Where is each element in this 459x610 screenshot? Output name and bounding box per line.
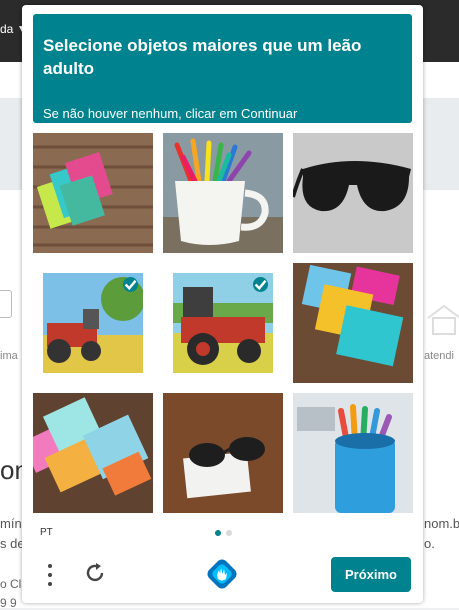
paper-notes-image — [33, 393, 153, 513]
image-tile-6[interactable] — [293, 263, 413, 383]
sunglasses-image — [293, 133, 413, 253]
background-text: s de — [0, 536, 25, 551]
image-tile-1[interactable] — [33, 133, 153, 253]
image-tile-3[interactable] — [293, 133, 413, 253]
background-text: o Cl — [0, 577, 22, 591]
image-tile-4[interactable] — [43, 273, 143, 373]
sunglasses-on-table-image — [163, 393, 283, 513]
paper-notes-image — [33, 133, 153, 253]
page-dot-active — [215, 530, 221, 536]
captcha-challenge-card: Selecione objetos maiores que um leão ad… — [22, 5, 423, 603]
background-text: nom.b — [424, 516, 459, 531]
menu-icon[interactable] — [40, 562, 60, 588]
image-tile-7[interactable] — [33, 393, 153, 513]
background-text: atendi — [424, 350, 454, 362]
pencil-mug-image — [163, 133, 283, 253]
house-icon — [427, 304, 459, 335]
selected-check-icon — [253, 277, 268, 292]
challenge-title: Selecione objetos maiores que um leão ad… — [43, 36, 362, 78]
image-tile-9[interactable] — [293, 393, 413, 513]
challenge-prompt: Selecione objetos maiores que um leão ad… — [33, 14, 412, 123]
next-button[interactable]: Próximo — [331, 557, 411, 592]
background-text: mín — [0, 516, 22, 531]
page-dot — [226, 530, 232, 536]
background-input — [0, 290, 12, 318]
image-tile-5[interactable] — [173, 273, 273, 373]
paper-notes-image — [293, 263, 413, 383]
background-text: ima — [0, 350, 18, 362]
image-tile-2[interactable] — [163, 133, 283, 253]
hcaptcha-logo-icon — [207, 559, 237, 589]
background-text: o. — [424, 536, 435, 551]
selected-check-icon — [123, 277, 138, 292]
language-label[interactable]: PT — [40, 527, 53, 538]
pencil-cup-image — [293, 393, 413, 513]
refresh-icon[interactable] — [83, 561, 107, 585]
image-tile-8[interactable] — [163, 393, 283, 513]
challenge-subtitle: Se não houver nenhum, clicar em Continua… — [43, 106, 298, 121]
